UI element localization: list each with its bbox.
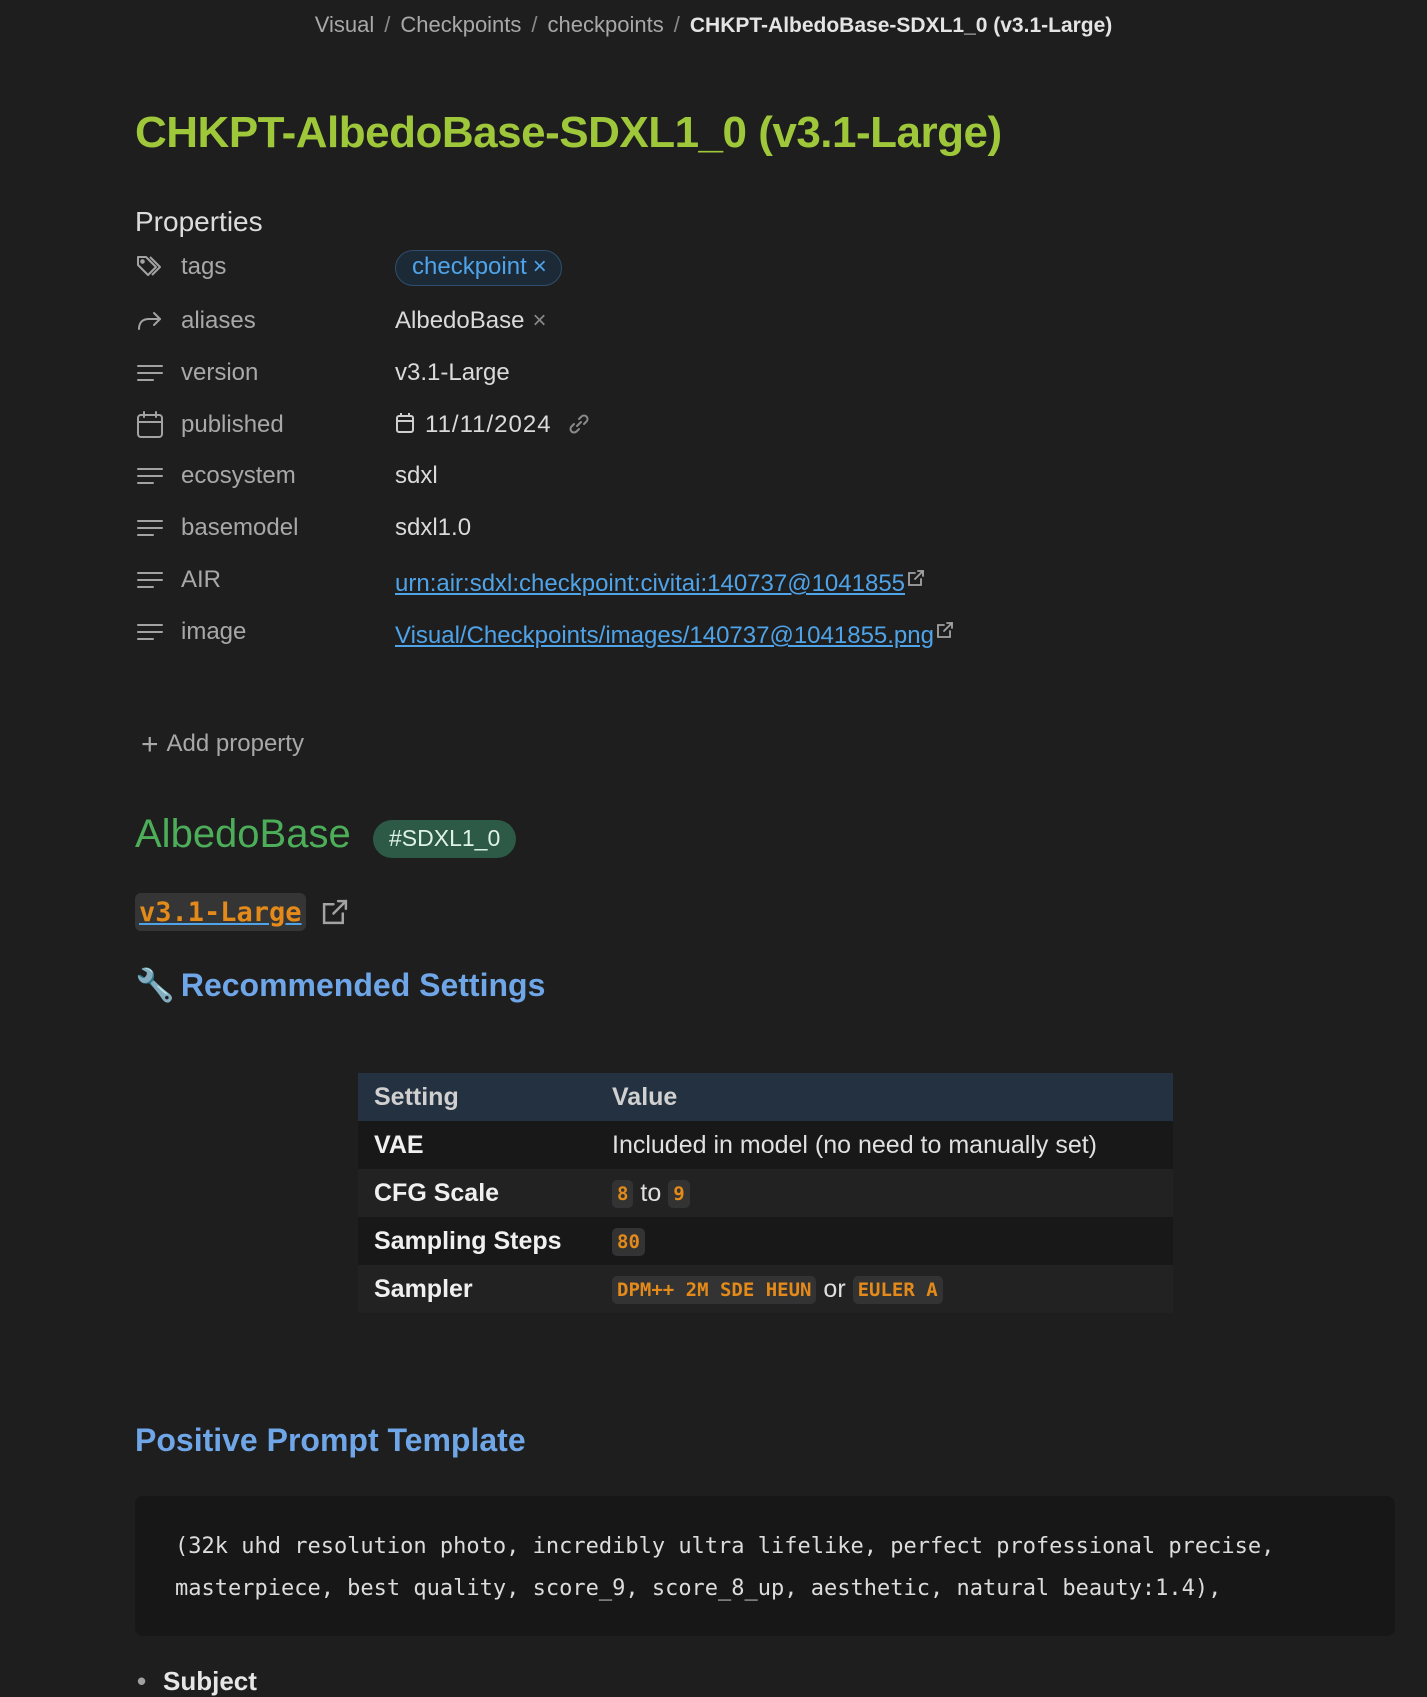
- version-code-link[interactable]: v3.1-Large: [135, 893, 306, 931]
- text-lines-icon: [135, 359, 165, 387]
- text-lines-icon: [135, 462, 165, 490]
- external-link-icon: [907, 566, 925, 586]
- property-value-version[interactable]: v3.1-Large: [395, 359, 510, 387]
- image-link[interactable]: Visual/Checkpoints/images/140737@1041855…: [395, 622, 934, 649]
- recommended-settings-title: Recommended Settings: [180, 967, 546, 1003]
- setting-value: 80: [596, 1217, 1173, 1265]
- breadcrumb: Visual / Checkpoints / checkpoints / CHKPT-Alb…: [0, 12, 1427, 38]
- bullet-icon: •: [137, 1666, 147, 1696]
- setting-value: 8 to 9: [596, 1169, 1173, 1217]
- alias-label: AlbedoBase: [395, 307, 525, 334]
- property-tags: tags checkpoint ×: [135, 247, 1235, 287]
- table-row: Sampling Steps 80: [358, 1217, 1173, 1265]
- external-link-icon[interactable]: [321, 898, 349, 926]
- column-header-setting: Setting: [358, 1073, 596, 1121]
- property-ecosystem: ecosystem sdxl: [135, 456, 1235, 496]
- property-value-aliases[interactable]: AlbedoBase ×: [395, 307, 546, 335]
- text-lines-icon: [135, 618, 165, 646]
- table-row: VAE Included in model (no need to manual…: [358, 1121, 1173, 1169]
- published-date[interactable]: 11/11/2024: [425, 411, 552, 438]
- property-image: image Visual/Checkpoints/images/140737@1…: [135, 612, 1235, 652]
- property-basemodel: basemodel sdxl1.0: [135, 508, 1235, 548]
- remove-alias-icon[interactable]: ×: [532, 307, 546, 334]
- wrench-icon: 🔧: [135, 967, 175, 1003]
- inline-code: 9: [668, 1179, 690, 1208]
- property-value-ecosystem[interactable]: sdxl: [395, 462, 438, 490]
- joiner-text: or: [823, 1274, 846, 1303]
- section-heading-albedobase[interactable]: AlbedoBase: [135, 812, 351, 857]
- setting-name: VAE: [358, 1121, 596, 1169]
- property-key-version[interactable]: version: [181, 359, 258, 387]
- inline-code: 80: [612, 1227, 645, 1256]
- property-key-basemodel[interactable]: basemodel: [181, 514, 298, 542]
- recommended-settings-heading[interactable]: 🔧 Recommended Settings: [135, 966, 545, 1004]
- tags-icon: [135, 253, 165, 281]
- list-item-label: Subject: [163, 1666, 257, 1696]
- table-row: Sampler DPM++ 2M SDE HEUN or EULER A: [358, 1265, 1173, 1313]
- link-icon[interactable]: [568, 413, 590, 435]
- setting-name: CFG Scale: [358, 1169, 596, 1217]
- settings-table: Setting Value VAE Included in model (no …: [358, 1073, 1173, 1313]
- property-key-image[interactable]: image: [181, 618, 246, 646]
- property-key-air[interactable]: AIR: [181, 566, 221, 594]
- property-value-air[interactable]: urn:air:sdxl:checkpoint:civitai:140737@1…: [395, 566, 925, 598]
- external-link-icon: [936, 618, 954, 638]
- property-key-ecosystem[interactable]: ecosystem: [181, 462, 296, 490]
- prompt-code-block[interactable]: (32k uhd resolution photo, incredibly ul…: [135, 1496, 1395, 1636]
- setting-name: Sampling Steps: [358, 1217, 596, 1265]
- date-picker-icon[interactable]: [395, 412, 415, 434]
- setting-value: DPM++ 2M SDE HEUN or EULER A: [596, 1265, 1173, 1313]
- property-value-image[interactable]: Visual/Checkpoints/images/140737@1041855…: [395, 618, 954, 650]
- alias-arrow-icon: [135, 307, 165, 335]
- text-lines-icon: [135, 566, 165, 594]
- hashtag-badge[interactable]: #SDXL1_0: [373, 820, 517, 858]
- breadcrumb-checkpoints[interactable]: Checkpoints: [400, 12, 521, 37]
- remove-tag-icon[interactable]: ×: [533, 253, 547, 280]
- list-item[interactable]: • Subject: [137, 1666, 257, 1697]
- breadcrumb-separator: /: [531, 12, 538, 37]
- plus-icon: +: [141, 728, 159, 761]
- breadcrumb-checkpoints-folder[interactable]: checkpoints: [548, 12, 664, 37]
- calendar-icon: [135, 411, 165, 439]
- air-link[interactable]: urn:air:sdxl:checkpoint:civitai:140737@1…: [395, 570, 905, 597]
- breadcrumb-separator: /: [673, 12, 680, 37]
- property-published: published 11/11/2024: [135, 405, 1235, 445]
- breadcrumb-current: CHKPT-AlbedoBase-SDXL1_0 (v3.1-Large): [689, 14, 1113, 37]
- breadcrumb-separator: /: [384, 12, 391, 37]
- add-property-button[interactable]: + Add property: [141, 728, 304, 762]
- property-key-tags[interactable]: tags: [181, 253, 226, 281]
- table-header-row: Setting Value: [358, 1073, 1173, 1121]
- property-key-published[interactable]: published: [181, 411, 284, 439]
- property-value-basemodel[interactable]: sdxl1.0: [395, 514, 471, 542]
- inline-code: DPM++ 2M SDE HEUN: [612, 1275, 817, 1304]
- property-aliases: aliases AlbedoBase ×: [135, 301, 1235, 341]
- property-key-aliases[interactable]: aliases: [181, 307, 256, 335]
- tag-pill[interactable]: checkpoint ×: [395, 250, 562, 286]
- table-row: CFG Scale 8 to 9: [358, 1169, 1173, 1217]
- add-property-label: Add property: [166, 730, 304, 757]
- inline-code: 8: [612, 1179, 634, 1208]
- positive-prompt-heading[interactable]: Positive Prompt Template: [135, 1422, 526, 1459]
- properties-heading[interactable]: Properties: [135, 206, 263, 238]
- page-title[interactable]: CHKPT-AlbedoBase-SDXL1_0 (v3.1-Large): [135, 108, 1002, 158]
- column-header-value: Value: [596, 1073, 1173, 1121]
- setting-name: Sampler: [358, 1265, 596, 1313]
- property-version: version v3.1-Large: [135, 353, 1235, 393]
- inline-code: EULER A: [852, 1275, 943, 1304]
- property-value-published[interactable]: 11/11/2024: [395, 411, 590, 439]
- property-value-tags[interactable]: checkpoint ×: [395, 250, 562, 286]
- breadcrumb-visual[interactable]: Visual: [315, 12, 375, 37]
- tag-label: checkpoint: [412, 253, 527, 280]
- joiner-text: to: [640, 1178, 662, 1207]
- property-air: AIR urn:air:sdxl:checkpoint:civitai:1407…: [135, 560, 1235, 600]
- setting-value: Included in model (no need to manually s…: [596, 1121, 1173, 1169]
- text-lines-icon: [135, 514, 165, 542]
